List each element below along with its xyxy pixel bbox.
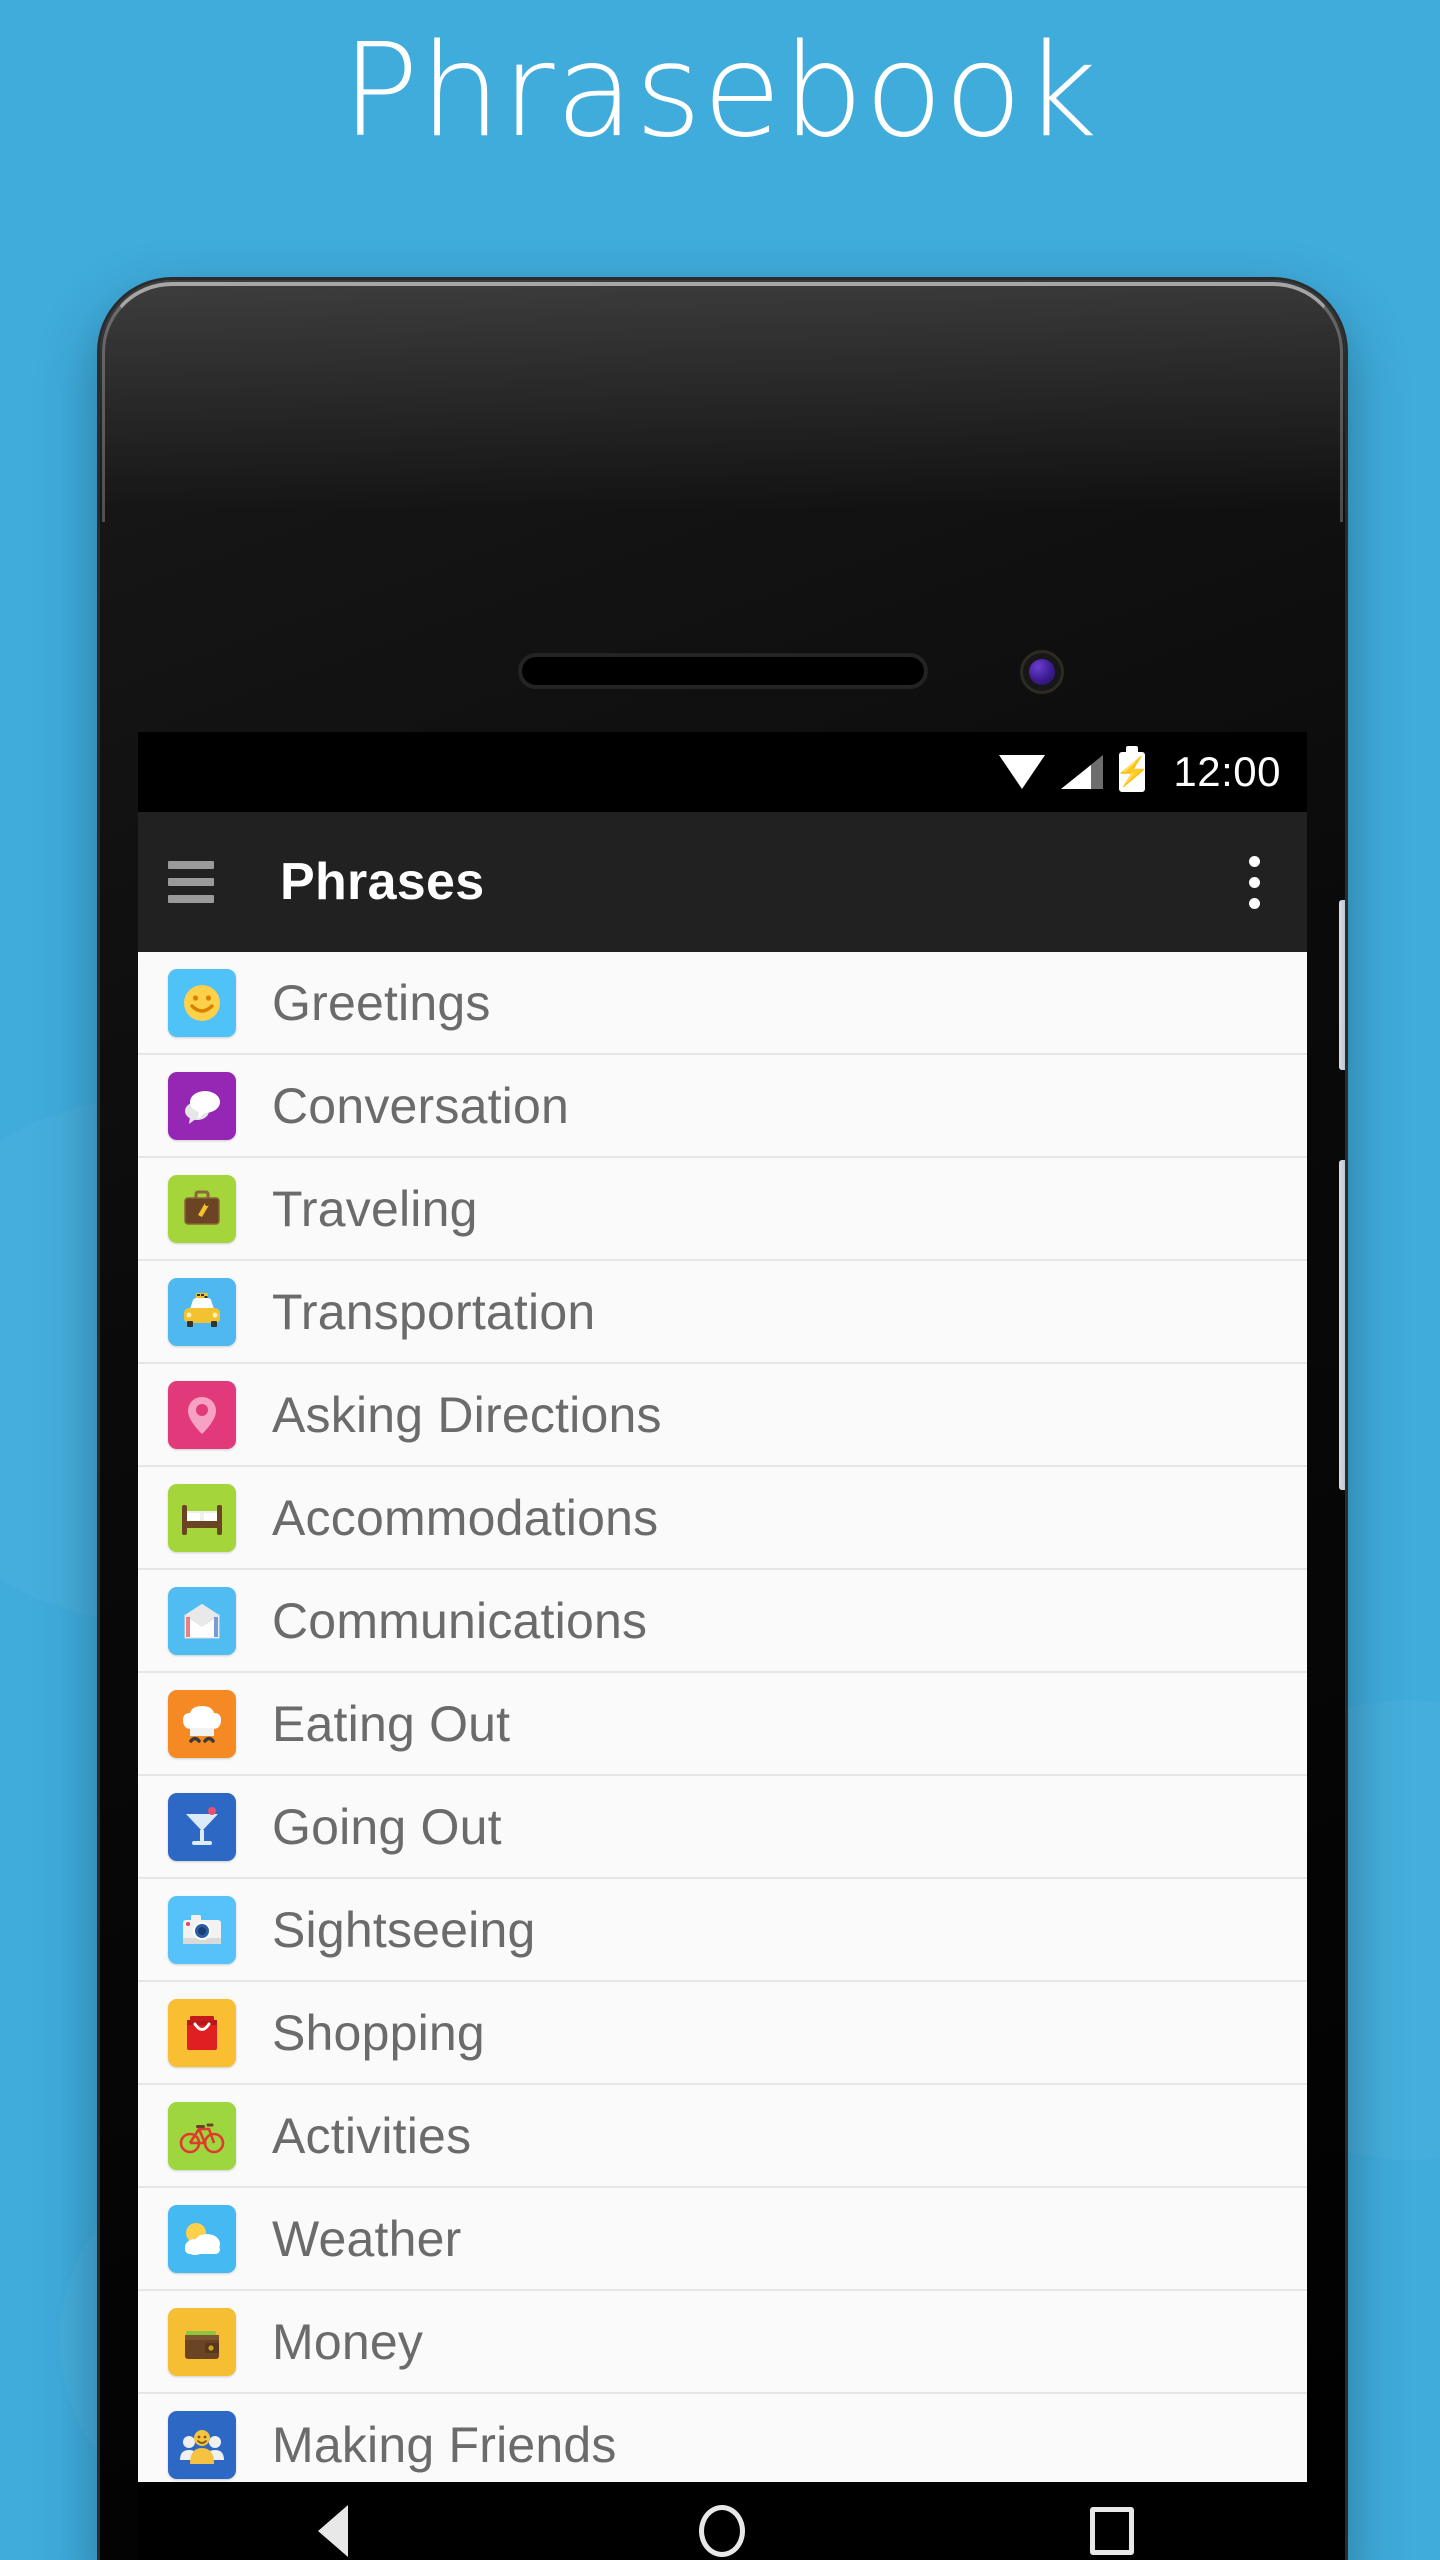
- list-item[interactable]: Greetings: [138, 952, 1307, 1055]
- phone-screen: ⚡ 12:00 Phrases Greetings Conversation Tra…: [138, 732, 1307, 2482]
- camera-icon: [168, 1895, 236, 1964]
- list-item-label: Transportation: [272, 1283, 596, 1340]
- list-item[interactable]: Traveling: [138, 1158, 1307, 1261]
- phone-bezel-rim: [102, 282, 1343, 522]
- category-list: Greetings Conversation Traveling Transporta…: [138, 952, 1307, 2482]
- map-pin-icon: [168, 1380, 236, 1449]
- phone-glass-gloss: [100, 280, 1345, 510]
- overflow-menu-icon[interactable]: [1231, 855, 1277, 909]
- hamburger-menu-icon[interactable]: [168, 861, 214, 903]
- list-item[interactable]: Activities: [138, 2085, 1307, 2188]
- list-item[interactable]: Asking Directions: [138, 1364, 1307, 1467]
- list-item-label: Communications: [272, 1592, 648, 1649]
- list-item-label: Traveling: [272, 1180, 478, 1237]
- taxi-icon: [168, 1277, 236, 1346]
- list-item-label: Accommodations: [272, 1489, 659, 1546]
- back-icon[interactable]: [273, 2482, 393, 2560]
- list-item-label: Going Out: [272, 1798, 502, 1855]
- volume-button[interactable]: [1339, 1160, 1345, 1490]
- list-item[interactable]: Sightseeing: [138, 1879, 1307, 1982]
- envelope-icon: [168, 1586, 236, 1655]
- people-group-icon: [168, 2410, 236, 2479]
- recents-icon[interactable]: [1052, 2482, 1172, 2560]
- home-icon[interactable]: [662, 2482, 782, 2560]
- list-item-label: Sightseeing: [272, 1901, 536, 1958]
- list-item[interactable]: Shopping: [138, 1982, 1307, 2085]
- android-nav-bar: [138, 2482, 1307, 2560]
- sun-cloud-icon: [168, 2204, 236, 2273]
- list-item[interactable]: Conversation: [138, 1055, 1307, 1158]
- status-bar: ⚡ 12:00: [138, 732, 1307, 812]
- battery-charging-icon: ⚡: [1115, 746, 1150, 792]
- list-item-label: Weather: [272, 2210, 462, 2267]
- list-item[interactable]: Weather: [138, 2188, 1307, 2291]
- list-item[interactable]: Money: [138, 2291, 1307, 2394]
- speech-bubbles-icon: [168, 1071, 236, 1140]
- list-item-label: Conversation: [272, 1077, 570, 1134]
- list-item-label: Greetings: [272, 974, 491, 1031]
- chef-hat-icon: [168, 1689, 236, 1758]
- list-item-label: Eating Out: [272, 1695, 511, 1752]
- shopping-bag-icon: [168, 1998, 236, 2067]
- status-bar-clock: 12:00: [1173, 748, 1281, 795]
- list-item-label: Shopping: [272, 2004, 485, 2061]
- earpiece-speaker: [517, 653, 928, 689]
- front-camera: [1020, 650, 1064, 694]
- suitcase-icon: [168, 1174, 236, 1243]
- list-item[interactable]: Making Friends: [138, 2394, 1307, 2482]
- wallet-icon: [168, 2307, 236, 2376]
- list-item-label: Making Friends: [272, 2416, 617, 2473]
- list-item-label: Money: [272, 2313, 424, 2370]
- signal-icon: [1061, 755, 1104, 789]
- smiley-face-icon: [168, 968, 236, 1037]
- list-item[interactable]: Eating Out: [138, 1673, 1307, 1776]
- list-item[interactable]: Transportation: [138, 1261, 1307, 1364]
- list-item[interactable]: Communications: [138, 1570, 1307, 1673]
- list-item[interactable]: Going Out: [138, 1776, 1307, 1879]
- list-item[interactable]: Accommodations: [138, 1467, 1307, 1570]
- phone-mockup: ⚡ 12:00 Phrases Greetings Conversation Tra…: [100, 280, 1345, 2560]
- cocktail-icon: [168, 1792, 236, 1861]
- list-item-label: Activities: [272, 2107, 472, 2164]
- power-button[interactable]: [1339, 900, 1345, 1070]
- wifi-icon: [999, 755, 1046, 789]
- app-bar-title: Phrases: [280, 853, 485, 911]
- page-title: Phrasebook: [341, 17, 1099, 166]
- bicycle-icon: [168, 2101, 236, 2170]
- app-bar: Phrases: [138, 812, 1307, 952]
- bed-icon: [168, 1483, 236, 1552]
- list-item-label: Asking Directions: [272, 1386, 662, 1443]
